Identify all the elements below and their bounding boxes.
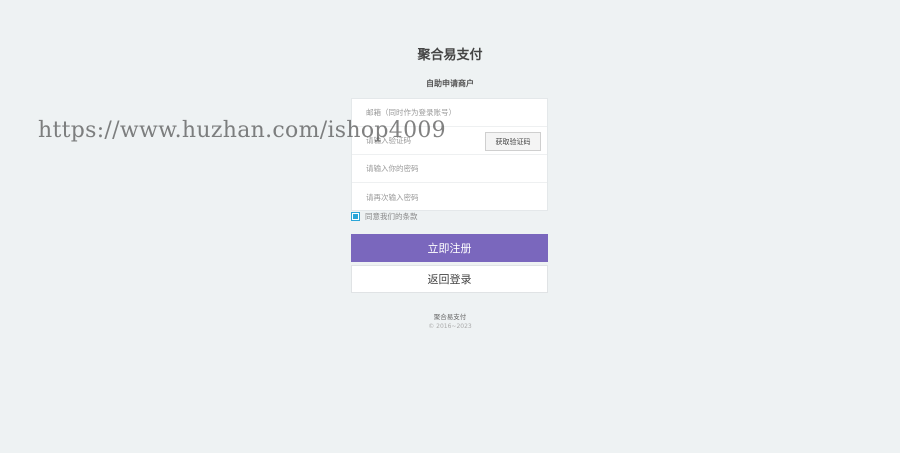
confirm-password-row: [352, 183, 547, 211]
agree-terms-label[interactable]: 同意我们的条款: [365, 211, 418, 222]
confirm-password-input[interactable]: [352, 183, 547, 211]
password-input[interactable]: [352, 155, 547, 182]
footer-copyright: © 2016~2023: [428, 323, 472, 330]
page-title: 聚合易支付: [417, 48, 483, 63]
back-to-login-button[interactable]: 返回登录: [351, 265, 548, 293]
email-row: [352, 99, 547, 127]
footer-site-name: 聚合易支付: [433, 313, 467, 321]
agree-terms-checkbox[interactable]: [351, 211, 360, 221]
email-input[interactable]: [352, 99, 547, 126]
verification-code-input[interactable]: [352, 127, 482, 154]
agree-terms-row: 同意我们的条款: [351, 210, 418, 222]
checkbox-checked-icon: [353, 213, 358, 219]
register-form: 获取验证码: [351, 98, 548, 211]
password-row: [352, 155, 547, 183]
register-button[interactable]: 立即注册: [351, 234, 548, 262]
get-code-button[interactable]: 获取验证码: [485, 132, 541, 151]
page-subtitle: 自助申请商户: [426, 79, 474, 88]
verification-code-row: 获取验证码: [352, 127, 547, 155]
